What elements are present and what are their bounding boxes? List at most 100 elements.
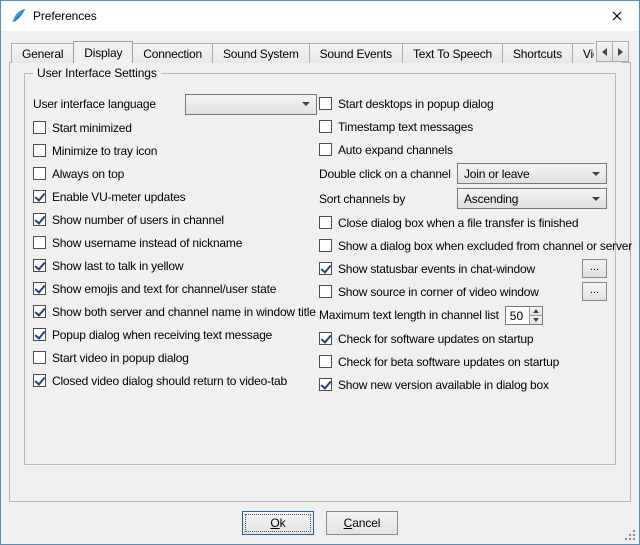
close-button[interactable] <box>594 1 639 31</box>
sort-channels-row: Sort channels by Ascending <box>319 186 607 211</box>
checkbox-label[interactable]: Closed video dialog should return to vid… <box>52 374 287 388</box>
checkbox[interactable] <box>33 259 46 272</box>
checkbox-row[interactable]: Timestamp text messages <box>319 115 607 138</box>
video-source-row[interactable]: Show source in corner of video window ..… <box>319 280 607 303</box>
tab-label: Connection <box>143 47 202 61</box>
tab-label: Sound Events <box>320 47 392 61</box>
checkbox-label[interactable]: Show new version available in dialog box <box>338 378 549 392</box>
checkbox-row[interactable]: Show number of users in channel <box>33 208 317 231</box>
checkbox-label[interactable]: Show a dialog box when excluded from cha… <box>338 239 632 253</box>
tab[interactable]: Shortcuts <box>502 43 573 63</box>
checkbox-row[interactable]: Show last to talk in yellow <box>33 254 317 277</box>
checkbox-label[interactable]: Minimize to tray icon <box>52 144 157 158</box>
double-click-select[interactable]: Join or leave <box>457 163 607 184</box>
checkbox[interactable] <box>319 143 332 156</box>
checkbox-label[interactable]: Always on top <box>52 167 124 181</box>
checkbox-row[interactable]: Show username instead of nickname <box>33 231 317 254</box>
checkbox-row[interactable]: Minimize to tray icon <box>33 139 317 162</box>
tab[interactable]: Text To Speech <box>402 43 503 63</box>
checkbox[interactable] <box>319 262 332 275</box>
checkbox-row[interactable]: Start video in popup dialog <box>33 346 317 369</box>
video-source-more-button[interactable]: ... <box>582 282 607 301</box>
tab[interactable]: General <box>11 43 74 63</box>
checkbox-label[interactable]: Show number of users in channel <box>52 213 224 227</box>
checkbox[interactable] <box>33 351 46 364</box>
checkbox-row[interactable]: Enable VU-meter updates <box>33 185 317 208</box>
checkbox[interactable] <box>319 120 332 133</box>
checkbox-label[interactable]: Start desktops in popup dialog <box>338 97 493 111</box>
display-tab-page: User Interface Settings User interface l… <box>9 62 631 502</box>
checkbox[interactable] <box>319 332 332 345</box>
checkbox-label[interactable]: Auto expand channels <box>338 143 453 157</box>
checkbox[interactable] <box>319 355 332 368</box>
ok-button[interactable]: Ok <box>242 511 314 535</box>
checkbox-row[interactable]: Check for software updates on startup <box>319 327 607 350</box>
right-column: Start desktops in popup dialog Timestamp… <box>319 92 607 396</box>
checkbox[interactable] <box>33 328 46 341</box>
cancel-button[interactable]: Cancel <box>326 511 398 535</box>
checkbox-label[interactable]: Enable VU-meter updates <box>52 190 185 204</box>
checkbox-label[interactable]: Show last to talk in yellow <box>52 259 183 273</box>
checkbox[interactable] <box>33 374 46 387</box>
statusbar-events-more-button[interactable]: ... <box>582 259 607 278</box>
checkbox-row[interactable]: Show both server and channel name in win… <box>33 300 317 323</box>
checkbox[interactable] <box>33 121 46 134</box>
right-arrow-icon <box>618 48 623 56</box>
tab[interactable]: Connection <box>132 43 213 63</box>
checkbox[interactable] <box>33 167 46 180</box>
checkbox-row[interactable]: Always on top <box>33 162 317 185</box>
checkbox-row[interactable]: Check for beta software updates on start… <box>319 350 607 373</box>
checkbox-label[interactable]: Start minimized <box>52 121 132 135</box>
max-text-length-spinner[interactable]: 50 <box>505 306 543 325</box>
checkbox-label[interactable]: Popup dialog when receiving text message <box>52 328 272 342</box>
checkbox-label[interactable]: Check for beta software updates on start… <box>338 355 559 369</box>
checkbox-row[interactable]: Close dialog box when a file transfer is… <box>319 211 607 234</box>
checkbox[interactable] <box>319 378 332 391</box>
checkbox[interactable] <box>33 282 46 295</box>
checkbox-row[interactable]: Start desktops in popup dialog <box>319 92 607 115</box>
tab-scroll-left-button[interactable] <box>596 41 613 62</box>
checkbox-row[interactable]: Auto expand channels <box>319 138 607 161</box>
tab-label: Display <box>84 46 122 60</box>
language-select[interactable] <box>185 94 317 115</box>
checkbox-label[interactable]: Start video in popup dialog <box>52 351 189 365</box>
checkbox[interactable] <box>33 213 46 226</box>
checkbox[interactable] <box>33 305 46 318</box>
tab-scroll-right-button[interactable] <box>612 41 629 62</box>
checkbox-row[interactable]: Start minimized <box>33 116 317 139</box>
sort-channels-select[interactable]: Ascending <box>457 188 607 209</box>
spin-up-button[interactable] <box>530 307 542 316</box>
checkbox[interactable] <box>33 236 46 249</box>
checkbox[interactable] <box>33 190 46 203</box>
tab[interactable]: Sound System <box>212 43 310 63</box>
checkbox[interactable] <box>319 285 332 298</box>
button-row: Ok Cancel <box>1 511 639 535</box>
tab[interactable]: Display <box>73 41 133 63</box>
checkbox-row[interactable]: Popup dialog when receiving text message <box>33 323 317 346</box>
resize-grip[interactable] <box>623 528 637 542</box>
checkbox[interactable] <box>319 216 332 229</box>
tab[interactable]: Sound Events <box>309 43 403 63</box>
tab-label: Shortcuts <box>513 47 562 61</box>
checkbox-row[interactable]: Show new version available in dialog box <box>319 373 607 396</box>
checkbox-row[interactable]: Show emojis and text for channel/user st… <box>33 277 317 300</box>
checkbox-label[interactable]: Show source in corner of video window <box>338 285 539 299</box>
preferences-dialog: Preferences General Display Connection S… <box>0 0 640 545</box>
spin-down-button[interactable] <box>530 316 542 324</box>
statusbar-events-row[interactable]: Show statusbar events in chat-window ... <box>319 257 607 280</box>
chevron-down-icon <box>592 197 600 201</box>
checkbox-label[interactable]: Check for software updates on startup <box>338 332 533 346</box>
checkbox[interactable] <box>319 239 332 252</box>
checkbox-row[interactable]: Show a dialog box when excluded from cha… <box>319 234 607 257</box>
checkbox[interactable] <box>319 97 332 110</box>
checkbox[interactable] <box>33 144 46 157</box>
checkbox-label[interactable]: Timestamp text messages <box>338 120 473 134</box>
checkbox-label[interactable]: Show emojis and text for channel/user st… <box>52 282 276 296</box>
checkbox-row[interactable]: Closed video dialog should return to vid… <box>33 369 317 392</box>
titlebar[interactable]: Preferences <box>1 1 639 31</box>
checkbox-label[interactable]: Close dialog box when a file transfer is… <box>338 216 578 230</box>
checkbox-label[interactable]: Show username instead of nickname <box>52 236 242 250</box>
checkbox-label[interactable]: Show both server and channel name in win… <box>52 305 316 319</box>
down-arrow-icon <box>533 318 539 322</box>
checkbox-label[interactable]: Show statusbar events in chat-window <box>338 262 535 276</box>
